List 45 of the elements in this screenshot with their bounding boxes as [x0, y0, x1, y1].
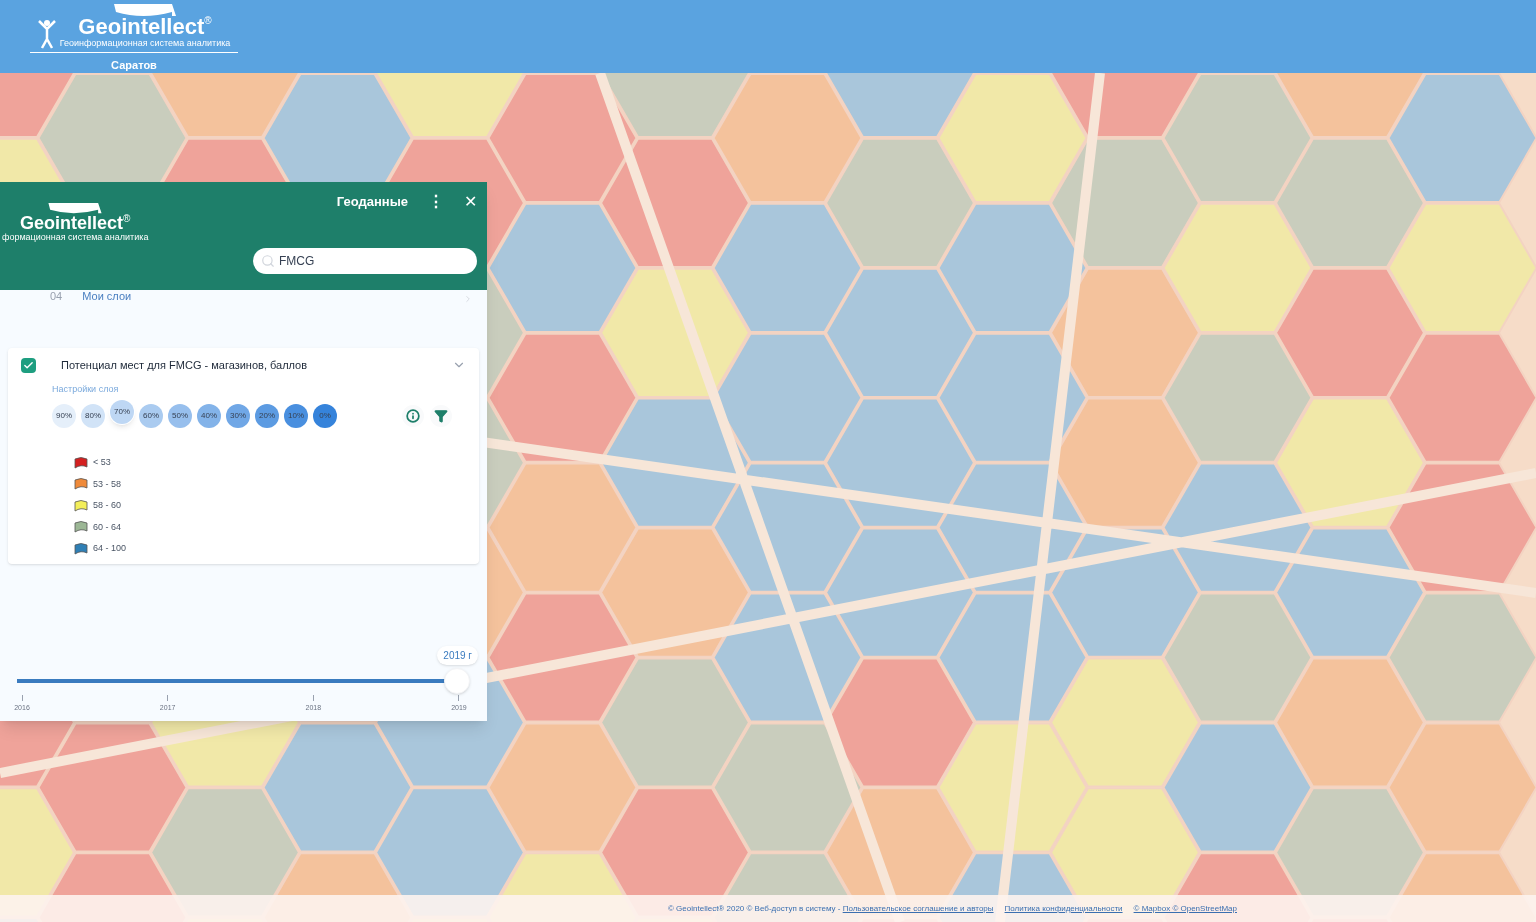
opacity-chip[interactable]: 20% [255, 404, 279, 428]
footer-link[interactable]: © Mapbox © OpenStreetMap [1133, 902, 1237, 915]
timeline-value-tooltip: 2019 г [437, 645, 478, 665]
person-icon [37, 19, 56, 50]
panel-title: Геоданные [336, 193, 408, 212]
opacity-chip[interactable]: 60% [139, 404, 163, 428]
city-name: Саратов [111, 58, 157, 74]
layer-checkbox[interactable] [21, 357, 36, 373]
opacity-chip[interactable]: 70% [110, 400, 134, 424]
more-menu-button[interactable]: ⋮ [428, 190, 444, 214]
search-icon [261, 254, 275, 268]
opacity-chip[interactable]: 0% [313, 404, 337, 428]
chevron-icon [463, 294, 473, 304]
legend-label: 58 - 60 [93, 499, 122, 512]
opacity-chip[interactable]: 40% [197, 404, 221, 428]
footer-link[interactable]: Пользовательское соглашение и авторы [842, 902, 994, 915]
legend-label: 60 - 64 [93, 520, 122, 534]
search-field[interactable]: FMCG [253, 248, 477, 274]
timeline-slider[interactable] [17, 666, 470, 695]
brand-tagline: Геоинформационная система аналитика [59, 38, 231, 50]
opacity-chip[interactable]: 90% [52, 404, 76, 428]
copyright-text: © Geointellect® 2020 © Веб-доступ в систему - [668, 902, 842, 915]
layer-settings-label: Настройки слоя [52, 382, 120, 396]
close-button[interactable]: ✕ [464, 190, 477, 214]
legend-label: 53 - 58 [93, 477, 122, 491]
opacity-chip[interactable]: 10% [284, 404, 308, 428]
brand-name: Geointellect [78, 16, 205, 38]
brand-tagline: формационная система аналитика [2, 232, 149, 244]
opacity-chip[interactable]: 30% [226, 404, 250, 428]
registered-mark: ® [204, 16, 212, 26]
opacity-chip[interactable]: 50% [168, 404, 192, 428]
footer-link[interactable]: Политика конфиденциальности [1004, 902, 1123, 915]
section-row[interactable]: 04 Мои слои [0, 290, 487, 306]
layer-name: Потенциал мест для FMCG - магазинов, баллов [61, 358, 309, 373]
info-button[interactable] [402, 405, 424, 427]
legend-label: < 53 [93, 456, 111, 469]
opacity-chip[interactable]: 80% [81, 404, 105, 428]
filter-button[interactable] [430, 405, 452, 427]
registered-mark: ® [123, 214, 131, 224]
legend-label: 64 - 100 [93, 542, 127, 555]
slider-handle[interactable] [444, 667, 470, 694]
check-icon [23, 359, 34, 371]
section-label: Мои слои [82, 291, 132, 302]
brand-name: Geointellect [20, 214, 124, 232]
section-count: 04 [50, 291, 63, 302]
